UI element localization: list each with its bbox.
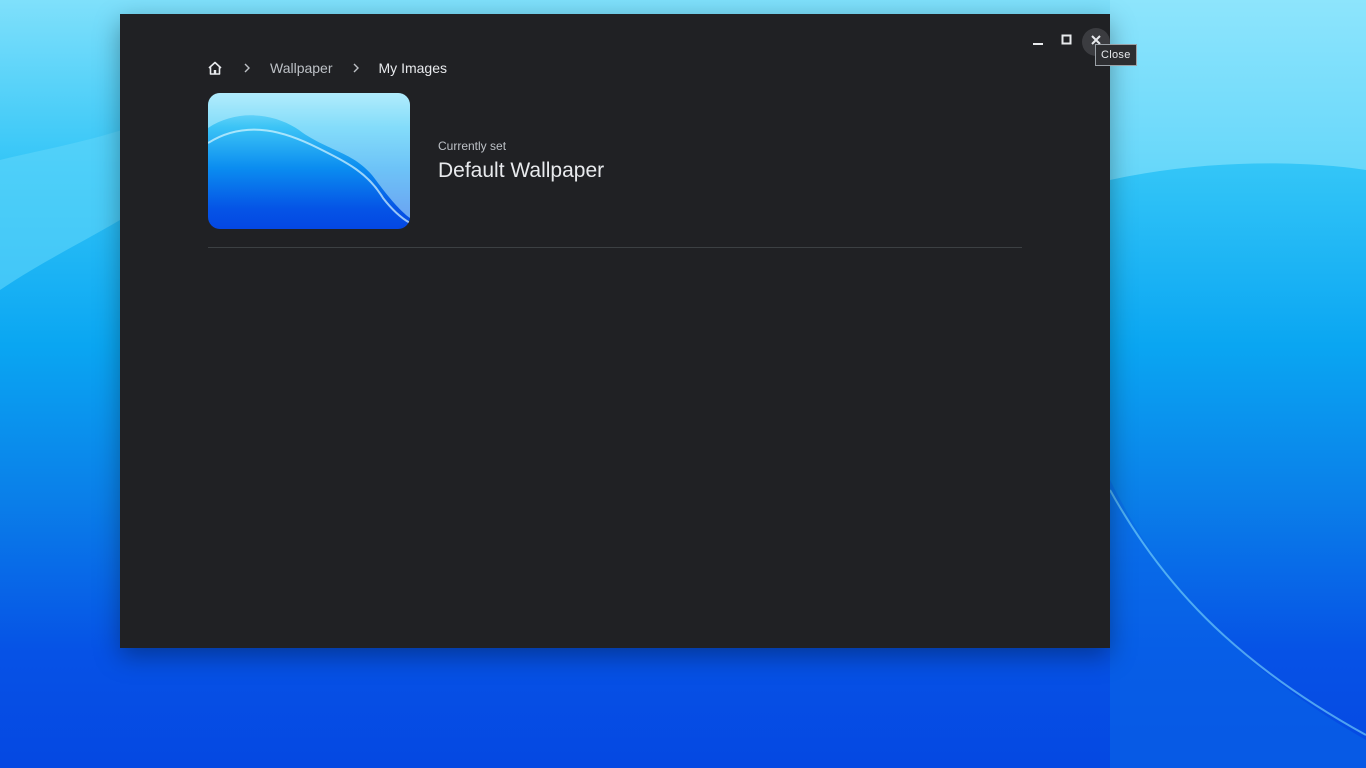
minimize-button[interactable] bbox=[1024, 28, 1052, 56]
close-tooltip: Close bbox=[1095, 44, 1137, 66]
wallpaper-app-window: Wallpaper My Images Currently set Defaul… bbox=[120, 14, 1110, 648]
section-divider bbox=[208, 247, 1022, 248]
current-wallpaper-name: Default Wallpaper bbox=[438, 159, 605, 182]
chevron-right-icon bbox=[349, 61, 363, 75]
home-icon[interactable] bbox=[206, 59, 224, 77]
breadcrumb-item-wallpaper[interactable]: Wallpaper bbox=[270, 60, 333, 76]
currently-set-label: Currently set bbox=[438, 139, 507, 153]
breadcrumb: Wallpaper My Images bbox=[206, 58, 447, 78]
maximize-button[interactable] bbox=[1053, 28, 1081, 56]
current-wallpaper-thumbnail bbox=[208, 93, 410, 229]
chevron-right-icon bbox=[240, 61, 254, 75]
minimize-icon bbox=[1032, 33, 1044, 51]
maximize-icon bbox=[1061, 33, 1073, 51]
breadcrumb-item-my-images: My Images bbox=[378, 60, 447, 76]
